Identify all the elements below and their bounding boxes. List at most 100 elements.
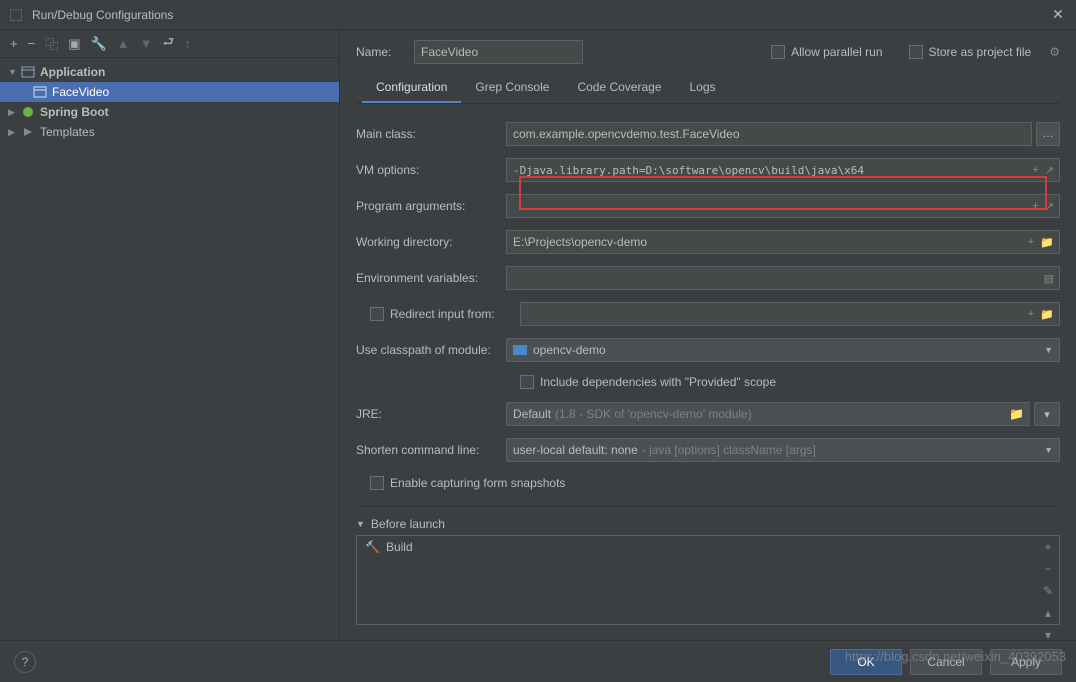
- tree-node-templates[interactable]: ▶ Templates: [0, 122, 339, 142]
- before-launch-item-build[interactable]: 🔨 Build: [357, 536, 1059, 558]
- shorten-hint: - java [options] className [args]: [642, 443, 816, 457]
- working-dir-label: Working directory:: [356, 235, 506, 249]
- checkbox-label: Store as project file: [929, 45, 1032, 59]
- tree-label: Templates: [40, 125, 95, 139]
- tree-label: Spring Boot: [40, 105, 109, 119]
- row-program-args: Program arguments: +↗: [356, 188, 1060, 224]
- snapshots-checkbox[interactable]: Enable capturing form snapshots: [370, 476, 565, 490]
- tab-bar: Configuration Grep Console Code Coverage…: [356, 74, 1060, 104]
- before-launch-header[interactable]: ▼ Before launch: [356, 517, 1060, 531]
- tab-code-coverage[interactable]: Code Coverage: [563, 74, 675, 103]
- before-launch-list: 🔨 Build + − ✎ ▴ ▾: [356, 535, 1060, 625]
- cancel-button[interactable]: Cancel: [910, 649, 982, 675]
- tree-label: FaceVideo: [52, 85, 109, 99]
- allow-parallel-checkbox[interactable]: Allow parallel run: [771, 45, 882, 59]
- folder-icon: 📁: [1040, 308, 1054, 321]
- env-vars-label: Environment variables:: [356, 271, 506, 285]
- add-task-icon[interactable]: +: [1039, 538, 1057, 556]
- store-project-checkbox[interactable]: Store as project file: [909, 45, 1032, 59]
- classpath-select[interactable]: opencv-demo ▼: [506, 338, 1060, 362]
- main-class-input[interactable]: [506, 122, 1032, 146]
- redirect-input-checkbox[interactable]: Redirect input from:: [370, 307, 520, 321]
- move-up-icon[interactable]: ▴: [1039, 604, 1057, 622]
- tab-configuration[interactable]: Configuration: [362, 74, 461, 103]
- title-bar: Run/Debug Configurations ✕: [0, 0, 1076, 30]
- expand-icon[interactable]: +: [1032, 200, 1038, 213]
- close-icon[interactable]: ✕: [1048, 6, 1068, 23]
- env-vars-input[interactable]: [506, 266, 1060, 290]
- copy-icon[interactable]: ⿻: [45, 34, 58, 53]
- row-include-provided: Include dependencies with "Provided" sco…: [356, 368, 1060, 396]
- checkbox-label: Allow parallel run: [791, 45, 882, 59]
- config-toolbar: + − ⿻ ▣ 🔧 ▲ ▼ ⮐ ↕: [0, 30, 339, 58]
- apply-button[interactable]: Apply: [990, 649, 1062, 675]
- edit-task-icon[interactable]: ✎: [1039, 582, 1057, 600]
- name-row: Name: Allow parallel run Store as projec…: [356, 40, 1060, 64]
- item-label: Build: [386, 540, 413, 554]
- jre-label: JRE:: [356, 407, 506, 421]
- row-classpath: Use classpath of module: opencv-demo ▼: [356, 332, 1060, 368]
- select-value: Default: [513, 407, 551, 421]
- app-icon: [8, 7, 24, 23]
- config-tree[interactable]: ▼ Application FaceVideo ▶ Spring Boot ▶ …: [0, 58, 339, 640]
- jre-select[interactable]: Default (1.8 - SDK of 'opencv-demo' modu…: [506, 402, 1030, 426]
- fullscreen-icon[interactable]: ↗: [1045, 200, 1054, 213]
- name-label: Name:: [356, 45, 402, 59]
- folder-icon: 📁: [1009, 407, 1024, 421]
- jre-dropdown-button[interactable]: ▾: [1034, 402, 1060, 426]
- fullscreen-icon[interactable]: ↗: [1045, 164, 1054, 177]
- expand-icon: +: [1028, 308, 1034, 321]
- chevron-right-icon: ▶: [8, 107, 20, 118]
- browse-main-class-button[interactable]: …: [1036, 122, 1060, 146]
- chevron-down-icon: ▼: [356, 519, 365, 529]
- row-snapshots: Enable capturing form snapshots: [356, 468, 1060, 498]
- expand-icon[interactable]: +: [1032, 164, 1038, 177]
- config-form: Main class: … VM options: +↗ Program arg…: [356, 104, 1060, 625]
- chevron-right-icon: ▶: [8, 127, 20, 138]
- row-shorten-cmdline: Shorten command line: user-local default…: [356, 432, 1060, 468]
- section-title: Before launch: [371, 517, 445, 531]
- row-jre: JRE: Default (1.8 - SDK of 'opencv-demo'…: [356, 396, 1060, 432]
- checkbox-label: Redirect input from:: [390, 307, 495, 321]
- hammer-icon: 🔨: [365, 540, 380, 554]
- wrench-icon[interactable]: 🔧: [91, 36, 107, 52]
- application-icon: [20, 66, 36, 78]
- up-icon[interactable]: ▲: [117, 36, 130, 51]
- row-vm-options: VM options: + ↗: [356, 152, 1060, 188]
- sort-icon[interactable]: ↕: [184, 36, 191, 51]
- vm-options-input[interactable]: [506, 158, 1060, 182]
- checkbox-label: Include dependencies with "Provided" sco…: [540, 375, 776, 389]
- classpath-label: Use classpath of module:: [356, 343, 506, 357]
- shorten-select[interactable]: user-local default: none - java [options…: [506, 438, 1060, 462]
- remove-task-icon[interactable]: −: [1039, 560, 1057, 578]
- select-value: user-local default: none: [513, 443, 638, 457]
- add-icon[interactable]: +: [10, 36, 18, 51]
- list-icon[interactable]: ▤: [1044, 272, 1054, 285]
- tree-node-application[interactable]: ▼ Application: [0, 62, 339, 82]
- remove-icon[interactable]: −: [28, 36, 36, 51]
- down-icon[interactable]: ▼: [140, 36, 153, 51]
- left-panel: + − ⿻ ▣ 🔧 ▲ ▼ ⮐ ↕ ▼ Application FaceVide…: [0, 30, 340, 640]
- save-icon[interactable]: ▣: [68, 36, 80, 52]
- working-dir-input[interactable]: [506, 230, 1060, 254]
- help-button[interactable]: ?: [14, 651, 36, 673]
- ok-button[interactable]: OK: [830, 649, 902, 675]
- chevron-down-icon: ▼: [1044, 345, 1053, 355]
- right-panel: Name: Allow parallel run Store as projec…: [340, 30, 1076, 640]
- gear-icon[interactable]: ⚙: [1049, 45, 1060, 59]
- folder-icon[interactable]: 📁: [1040, 236, 1054, 249]
- tab-grep-console[interactable]: Grep Console: [461, 74, 563, 103]
- main-class-label: Main class:: [356, 127, 506, 141]
- checkbox-label: Enable capturing form snapshots: [390, 476, 565, 490]
- include-provided-checkbox[interactable]: Include dependencies with "Provided" sco…: [520, 375, 776, 389]
- tab-logs[interactable]: Logs: [676, 74, 730, 103]
- row-main-class: Main class: …: [356, 116, 1060, 152]
- vm-options-label: VM options:: [356, 163, 506, 177]
- templates-icon: [20, 126, 36, 138]
- name-input[interactable]: [414, 40, 583, 64]
- folder-icon[interactable]: ⮐: [162, 33, 174, 55]
- tree-node-facevideo[interactable]: FaceVideo: [0, 82, 339, 102]
- program-args-input[interactable]: [506, 194, 1060, 218]
- tree-node-springboot[interactable]: ▶ Spring Boot: [0, 102, 339, 122]
- expand-icon[interactable]: +: [1028, 236, 1034, 249]
